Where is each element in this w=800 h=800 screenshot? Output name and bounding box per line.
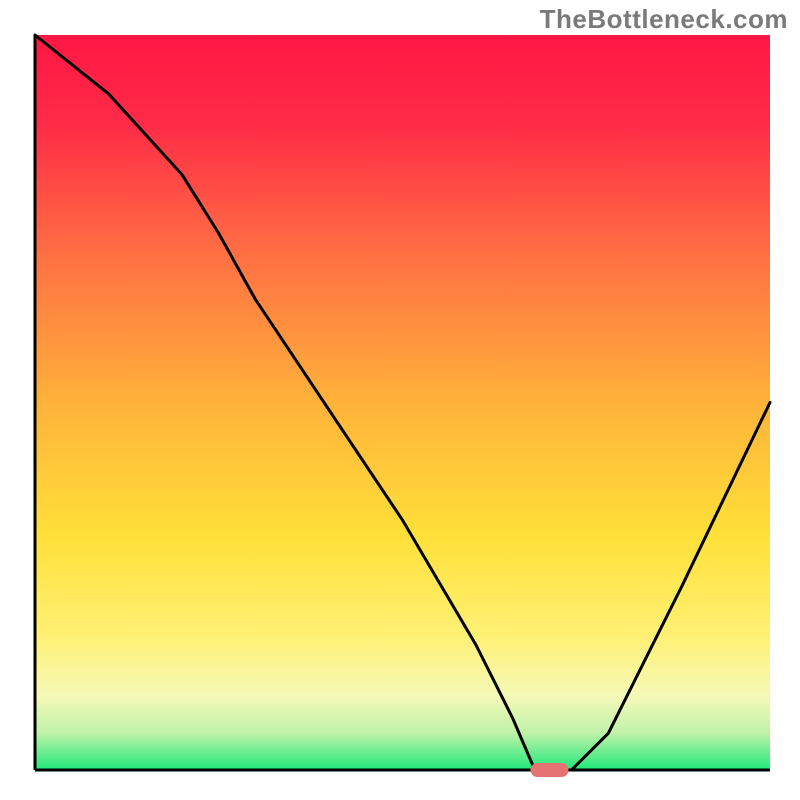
plot-background — [35, 35, 770, 770]
chart-svg — [0, 0, 800, 800]
optimal-marker — [531, 763, 569, 777]
chart-stage: TheBottleneck.com — [0, 0, 800, 800]
